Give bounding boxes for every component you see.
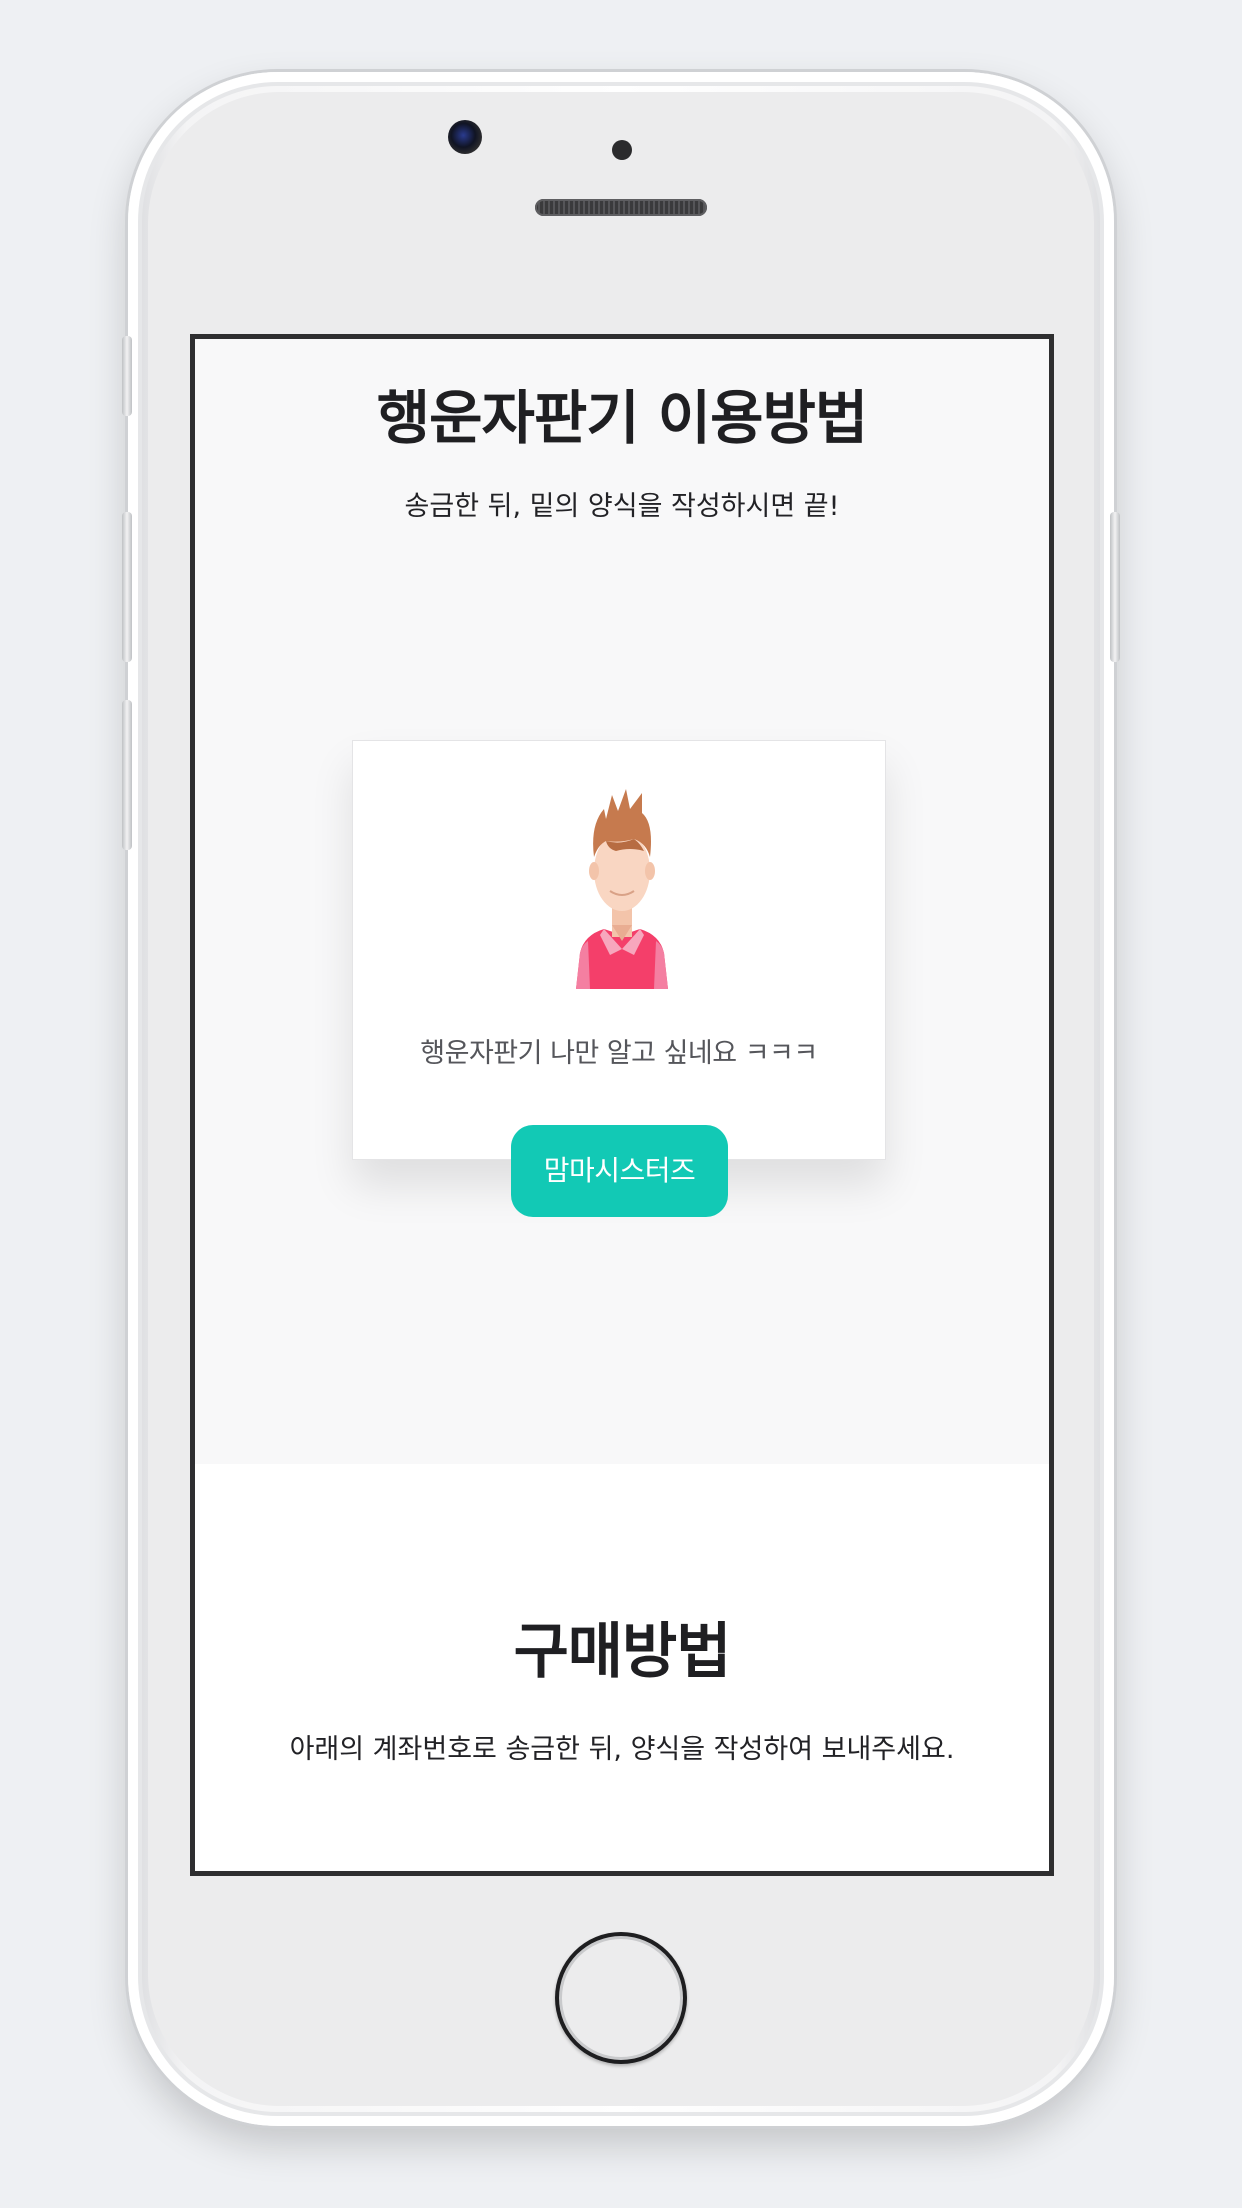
person-avatar-icon — [576, 789, 668, 989]
usage-section: 행운자판기 이용방법 송금한 뒤, 밑의 양식을 작성하시면 끝! 행운자판기 … — [195, 339, 1049, 1464]
mute-switch — [122, 336, 132, 416]
mockup-stage: 행운자판기 이용방법 송금한 뒤, 밑의 양식을 작성하시면 끝! 행운자판기 … — [0, 0, 1242, 2208]
front-camera-icon — [448, 120, 482, 154]
proximity-sensor — [612, 140, 632, 160]
earpiece-speaker — [535, 199, 707, 216]
purchase-section: 구매방법 아래의 계좌번호로 송금한 뒤, 양식을 작성하여 보내주세요. — [195, 1464, 1049, 1871]
mamma-sisters-button[interactable]: 맘마시스터즈 — [511, 1125, 728, 1217]
purchase-subtitle: 아래의 계좌번호로 송금한 뒤, 양식을 작성하여 보내주세요. — [289, 1734, 955, 1765]
phone-screen: 행운자판기 이용방법 송금한 뒤, 밑의 양식을 작성하시면 끝! 행운자판기 … — [190, 334, 1054, 1876]
usage-title: 행운자판기 이용방법 — [376, 384, 868, 452]
testimonial-card: 행운자판기 나만 알고 싶네요 ㅋㅋㅋ — [352, 740, 886, 1160]
purchase-title: 구매방법 — [513, 1617, 732, 1687]
home-button[interactable] — [555, 1932, 687, 2064]
volume-down-button — [122, 700, 132, 850]
testimonial-text: 행운자판기 나만 알고 싶네요 ㅋㅋㅋ — [420, 1038, 818, 1069]
power-button — [1110, 512, 1120, 662]
usage-subtitle: 송금한 뒤, 밑의 양식을 작성하시면 끝! — [404, 491, 840, 522]
volume-up-button — [122, 512, 132, 662]
